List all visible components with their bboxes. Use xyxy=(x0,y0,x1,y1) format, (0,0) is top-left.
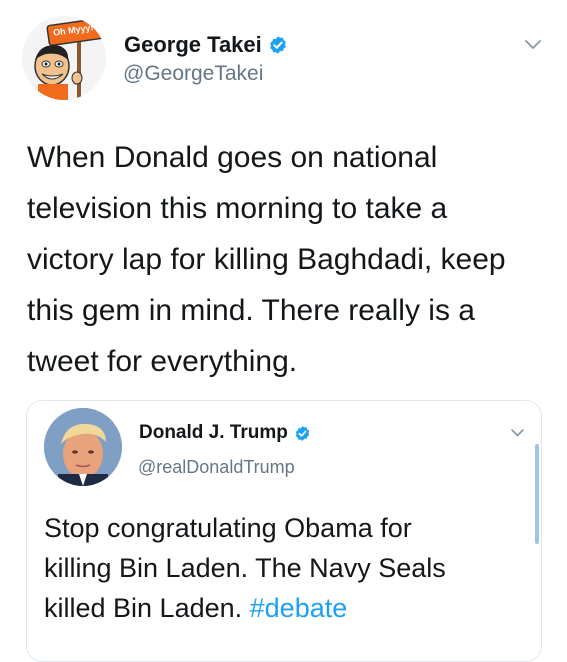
tweet-text: When Donald goes on national television … xyxy=(27,132,552,387)
tweet-text-line: When Donald goes on national xyxy=(27,141,438,174)
scrollbar[interactable] xyxy=(535,444,539,544)
portrait-photo xyxy=(44,408,122,486)
quoted-author-handle[interactable]: @realDonaldTrump xyxy=(138,457,295,478)
quoted-tweet-text: Stop congratulating Obama for killing Bi… xyxy=(44,508,524,628)
author-avatar[interactable]: Oh Myyy! xyxy=(22,16,106,100)
author-handle[interactable]: @GeorgeTakei xyxy=(123,62,263,86)
verified-badge-icon xyxy=(295,425,310,441)
chevron-down-icon[interactable] xyxy=(524,38,542,52)
quoted-text-segment: killed Bin Laden. xyxy=(44,593,250,623)
tweet-text-line: victory lap for killing Baghdadi, keep xyxy=(27,243,506,276)
tweet-text-line: this gem in mind. There really is a xyxy=(27,294,475,327)
quoted-author-avatar[interactable] xyxy=(44,408,122,486)
author-name[interactable]: George Takei xyxy=(124,32,262,58)
tweet-text-line: television this morning to take a xyxy=(27,192,448,225)
quoted-text-line: killed Bin Laden. #debate xyxy=(44,588,524,628)
tweet-text-line: tweet for everything. xyxy=(27,345,298,378)
quoted-author-name[interactable]: Donald J. Trump xyxy=(139,422,288,444)
verified-badge-icon xyxy=(269,36,286,54)
quoted-text-line: Stop congratulating Obama for xyxy=(44,513,412,543)
chevron-down-icon[interactable] xyxy=(510,427,525,439)
quoted-text-line: killing Bin Laden. The Navy Seals xyxy=(44,553,446,583)
author-name-row[interactable]: George Takei xyxy=(124,32,288,58)
hashtag-link[interactable]: #debate xyxy=(250,593,348,623)
quoted-author-name-row[interactable]: Donald J. Trump xyxy=(139,422,311,444)
